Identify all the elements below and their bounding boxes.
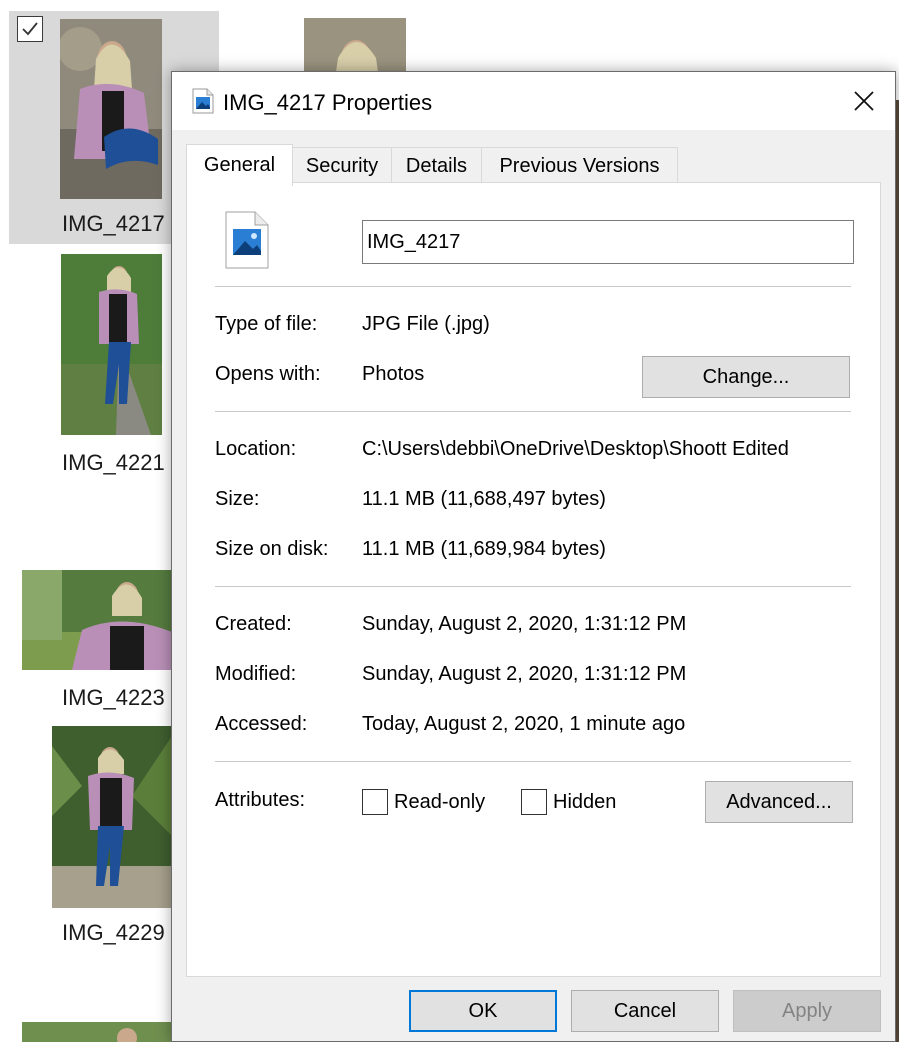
created-value: Sunday, August 2, 2020, 1:31:12 PM [362, 613, 687, 635]
image-file-icon [225, 211, 269, 274]
general-tab-panel: Type of file: JPG File (.jpg) Opens with… [186, 182, 881, 977]
hidden-label[interactable]: Hidden [553, 791, 616, 814]
separator [215, 286, 851, 287]
attributes-label: Attributes: [215, 789, 306, 811]
photo-thumbnail [22, 1022, 172, 1042]
type-of-file-label: Type of file: [215, 313, 318, 335]
read-only-checkbox[interactable] [362, 789, 388, 815]
accessed-label: Accessed: [215, 713, 308, 735]
selection-checkbox[interactable] [17, 16, 43, 42]
photo-thumbnail [22, 570, 172, 670]
file-name-label: IMG_4221 [62, 450, 165, 475]
modified-label: Modified: [215, 663, 297, 685]
properties-dialog: IMG_4217 Properties General Security Det… [171, 71, 896, 1042]
size-on-disk-value: 11.1 MB (11,689,984 bytes) [362, 538, 606, 560]
photo-thumbnail [304, 18, 406, 72]
tab-general[interactable]: General [186, 144, 293, 186]
tab-previous-versions[interactable]: Previous Versions [481, 147, 678, 184]
photo-thumbnail [52, 726, 172, 908]
hidden-checkbox[interactable] [521, 789, 547, 815]
dialog-title: IMG_4217 Properties [223, 90, 433, 115]
location-value: C:\Users\debbi\OneDrive\Desktop\Shoott E… [362, 438, 789, 460]
read-only-label[interactable]: Read-only [394, 791, 485, 814]
opens-with-label: Opens with: [215, 363, 321, 385]
tab-security[interactable]: Security [292, 147, 392, 184]
checkmark-icon [22, 22, 38, 36]
photo-thumbnail [61, 254, 162, 435]
cancel-button[interactable]: Cancel [571, 990, 719, 1032]
close-icon [854, 91, 874, 111]
ok-button[interactable]: OK [409, 990, 557, 1032]
accessed-value: Today, August 2, 2020, 1 minute ago [362, 713, 686, 735]
apply-button[interactable]: Apply [733, 990, 881, 1032]
size-on-disk-label: Size on disk: [215, 538, 329, 560]
change-button[interactable]: Change... [642, 356, 850, 398]
tab-details[interactable]: Details [391, 147, 482, 184]
separator [215, 586, 851, 587]
modified-value: Sunday, August 2, 2020, 1:31:12 PM [362, 663, 687, 685]
size-label: Size: [215, 488, 260, 510]
file-name-label: IMG_4223 [62, 685, 165, 710]
created-label: Created: [215, 613, 292, 635]
image-file-icon [192, 88, 214, 119]
dialog-titlebar[interactable]: IMG_4217 Properties [172, 72, 895, 130]
type-of-file-value: JPG File (.jpg) [362, 313, 490, 335]
size-value: 11.1 MB (11,688,497 bytes) [362, 488, 606, 510]
photo-thumbnail [60, 19, 162, 199]
separator [215, 411, 851, 412]
opens-with-value: Photos [362, 363, 425, 385]
close-button[interactable] [833, 72, 895, 130]
file-name-input[interactable] [362, 220, 854, 264]
advanced-button[interactable]: Advanced... [705, 781, 853, 823]
file-name-label: IMG_4217 [62, 211, 165, 236]
location-label: Location: [215, 438, 297, 460]
file-name-label: IMG_4229 [62, 920, 165, 945]
separator [215, 761, 851, 762]
